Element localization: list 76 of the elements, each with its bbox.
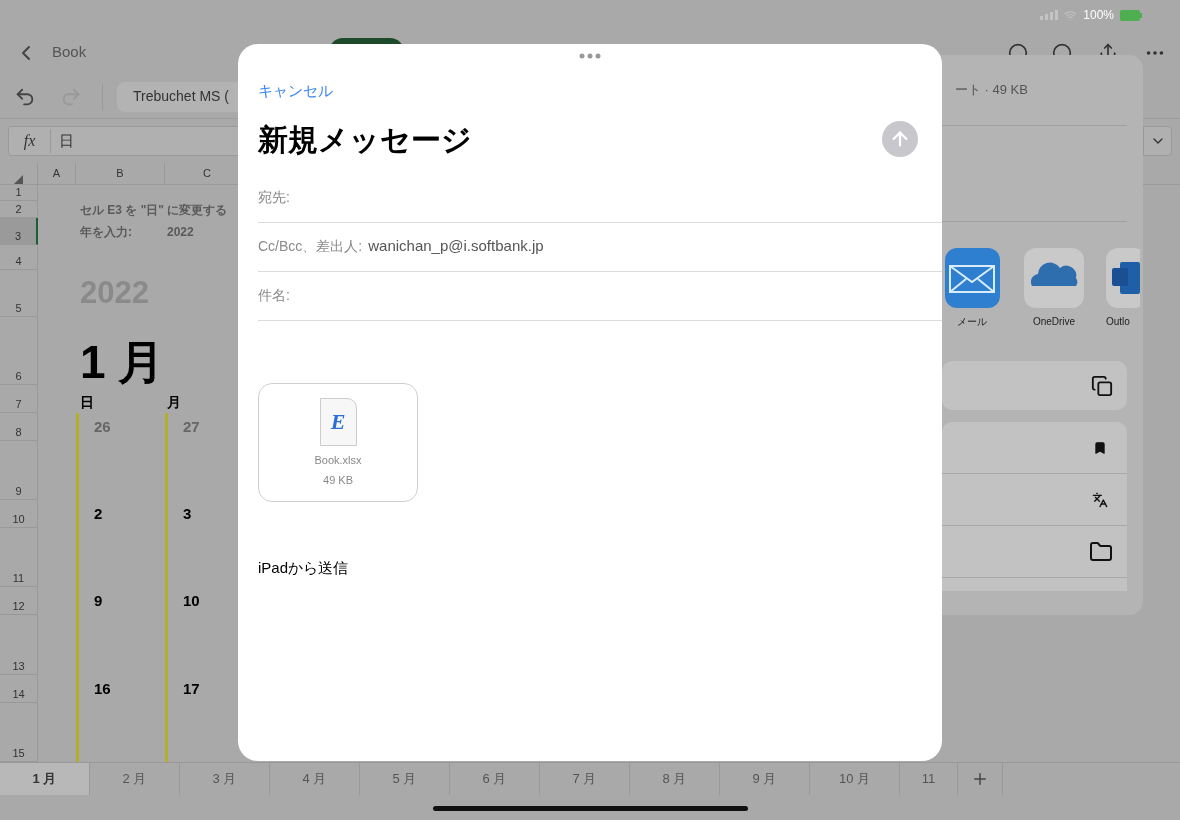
cell-text: 月 (167, 393, 181, 412)
sheet-tab[interactable]: 1 月 (0, 763, 90, 795)
app-icon[interactable] (1106, 248, 1140, 308)
field-value: wanichan_p@i.softbank.jp (368, 236, 544, 257)
app-label[interactable]: メール (957, 314, 987, 329)
sheet-tab[interactable]: 10 月 (810, 763, 900, 795)
signal-icon (1040, 10, 1059, 20)
app-label[interactable]: Outlo (1106, 314, 1130, 329)
row-header[interactable]: 9 (0, 441, 38, 500)
grabber-icon[interactable] (579, 53, 601, 59)
row-header[interactable]: 3 (0, 218, 38, 245)
attachment-card[interactable]: E Book.xlsx 49 KB (258, 382, 418, 502)
sheet-tab[interactable]: 8 月 (630, 763, 720, 795)
copy-icon (1091, 374, 1113, 397)
cell-text: セル E3 を "日" に変更する (80, 201, 228, 219)
file-info: ート · 49 KB (955, 81, 1028, 100)
document-title[interactable]: Book (52, 41, 87, 64)
battery-percent: 100% (1083, 7, 1114, 24)
sheet-tab[interactable]: 5 月 (360, 763, 450, 795)
cell-text: 10 (183, 590, 200, 611)
battery-icon (1120, 9, 1142, 21)
cell-text: 17 (183, 678, 200, 699)
row-header[interactable]: 15 (0, 703, 38, 762)
cell-text: 26 (94, 416, 111, 437)
cell-text: 2 (94, 503, 103, 524)
sheet-tab[interactable]: 3 月 (180, 763, 270, 795)
row-header[interactable]: 1 (0, 185, 38, 201)
cell-text: 日 (80, 393, 94, 412)
cell-text: 9 (94, 590, 103, 611)
attachment-size: 49 KB (323, 473, 353, 488)
row-header[interactable]: 10 (0, 500, 38, 528)
row-header[interactable]: 11 (0, 528, 38, 587)
cell-text: 2022 (167, 223, 194, 241)
fx-label: fx (9, 129, 51, 153)
field-label: Cc/Bcc、差出人: (258, 237, 363, 256)
cell-text: 16 (94, 678, 111, 699)
field-label: 件名: (258, 286, 290, 305)
row-header[interactable]: 7 (0, 385, 38, 413)
folder-icon (1089, 539, 1113, 564)
sheet-tab[interactable]: 11 (900, 763, 958, 795)
cell-text: 年を入力: (80, 223, 132, 241)
sheet-tab[interactable]: 6 月 (450, 763, 540, 795)
bookmark-icon (1093, 440, 1107, 455)
address-field[interactable]: Cc/Bcc、差出人: wanichan_p@i.softbank.jp (258, 222, 942, 272)
attachment-name: Book.xlsx (314, 452, 362, 468)
compose-title: 新規メッセージ (258, 121, 472, 158)
row-header[interactable]: 13 (0, 615, 38, 675)
address-field[interactable]: 件名: (258, 271, 942, 321)
row-header[interactable]: 8 (0, 413, 38, 441)
column-header[interactable]: A (38, 163, 76, 184)
signature-text: iPadから送信 (258, 557, 350, 578)
translate-icon (1092, 491, 1108, 508)
sheet-tab[interactable]: 2 月 (90, 763, 180, 795)
row-header[interactable]: 5 (0, 270, 38, 317)
plus-icon (971, 770, 989, 788)
address-field[interactable]: 宛先: (258, 173, 942, 223)
field-label: 宛先: (258, 188, 290, 207)
row-header[interactable]: 2 (0, 201, 38, 218)
cell-text: 1 月 (80, 339, 165, 385)
row-header[interactable]: 12 (0, 587, 38, 615)
row-header[interactable]: 6 (0, 317, 38, 385)
sheet-tab[interactable]: 9 月 (720, 763, 810, 795)
sheet-tab[interactable]: 4 月 (270, 763, 360, 795)
cell-text: 27 (183, 416, 200, 437)
send-button[interactable] (882, 121, 918, 157)
column-header[interactable]: B (76, 163, 165, 184)
cloud-icon[interactable] (1024, 248, 1084, 308)
row-header[interactable]: 4 (0, 245, 38, 270)
formula-value: 日 (59, 130, 74, 151)
cell-text: 3 (183, 503, 192, 524)
sheet-tab[interactable]: 7 月 (540, 763, 630, 795)
spreadsheet-file-icon: E (319, 397, 357, 446)
wifi-icon (1064, 8, 1078, 22)
app-label[interactable]: OneDrive (1032, 314, 1076, 329)
envelope-icon[interactable] (944, 248, 1000, 308)
row-header[interactable]: 14 (0, 675, 38, 703)
